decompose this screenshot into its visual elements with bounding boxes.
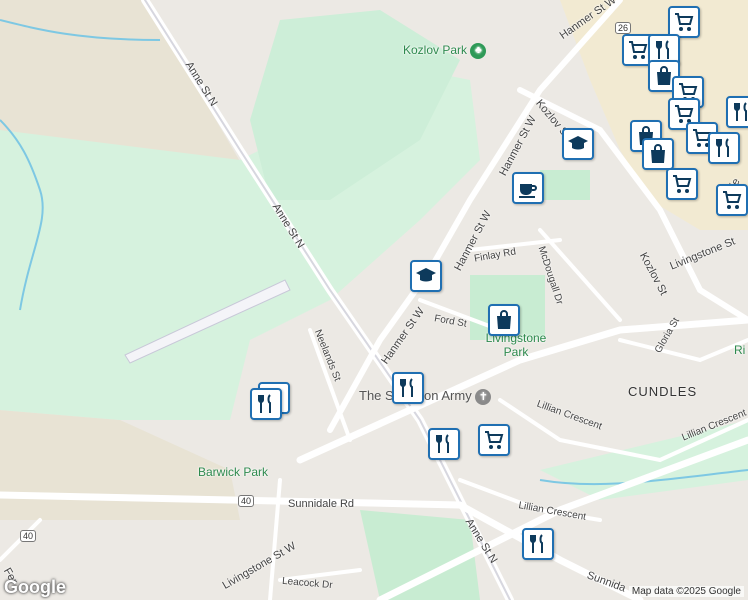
restaurant-marker[interactable] [392,372,424,404]
fork-knife-icon [436,434,449,453]
shopping-bag-icon [651,144,665,163]
fork-knife-icon [734,102,747,121]
church-icon: ✝ [475,388,492,405]
neighborhood-label-cundles: CUNDLES [628,384,698,399]
google-logo[interactable]: Google [4,577,66,598]
cafe-marker[interactable] [512,172,544,204]
restaurant-marker[interactable] [250,388,282,420]
street-label-sunnidale: Sunnidale Rd [288,498,355,510]
shopping-bag-icon [497,310,511,329]
place-label-barwick-park: Barwick Park [198,465,269,479]
fork-knife-icon [656,40,669,59]
fork-knife-icon [530,534,543,553]
shopping-cart-icon [629,41,648,59]
shopping-cart-icon [485,431,504,449]
kozlov-park-text: Kozlov Park [403,43,468,58]
route-shield: 26 [615,22,632,34]
school-marker[interactable] [562,128,594,160]
route-shield: 40 [20,530,37,542]
restaurant-marker[interactable] [708,132,740,164]
route-shield: 40 [238,495,255,507]
graduation-cap-icon [568,136,588,150]
shopping-cart-marker[interactable] [666,168,698,200]
restaurant-marker[interactable] [522,528,554,560]
shopping-bag-marker[interactable] [488,304,520,336]
coffee-cup-icon [519,184,537,198]
shopping-cart-marker[interactable] [716,184,748,216]
restaurant-marker[interactable] [726,96,748,128]
shopping-cart-icon [723,191,742,209]
shopping-cart-icon [673,175,692,193]
shopping-cart-icon [675,13,694,31]
sports-field-area [360,510,480,600]
place-label-salvation-army: The Salvation Army ✝ [359,388,492,405]
shopping-cart-marker[interactable] [478,424,510,456]
graduation-cap-icon [416,268,436,282]
map-attribution: Map data ©2025 Google [628,586,744,597]
fork-knife-icon [716,138,729,157]
park-tree-icon: ♣ [470,43,487,59]
restaurant-marker[interactable] [428,428,460,460]
map-canvas[interactable] [0,0,748,600]
fork-knife-icon [258,394,271,413]
fork-knife-icon [400,378,413,397]
place-label-fragment: Ri [734,343,746,357]
place-label-kozlov-park: Kozlov Park ♣ [403,43,487,59]
shopping-bag-marker[interactable] [642,138,674,170]
small-park-area [540,170,590,200]
school-marker[interactable] [410,260,442,292]
